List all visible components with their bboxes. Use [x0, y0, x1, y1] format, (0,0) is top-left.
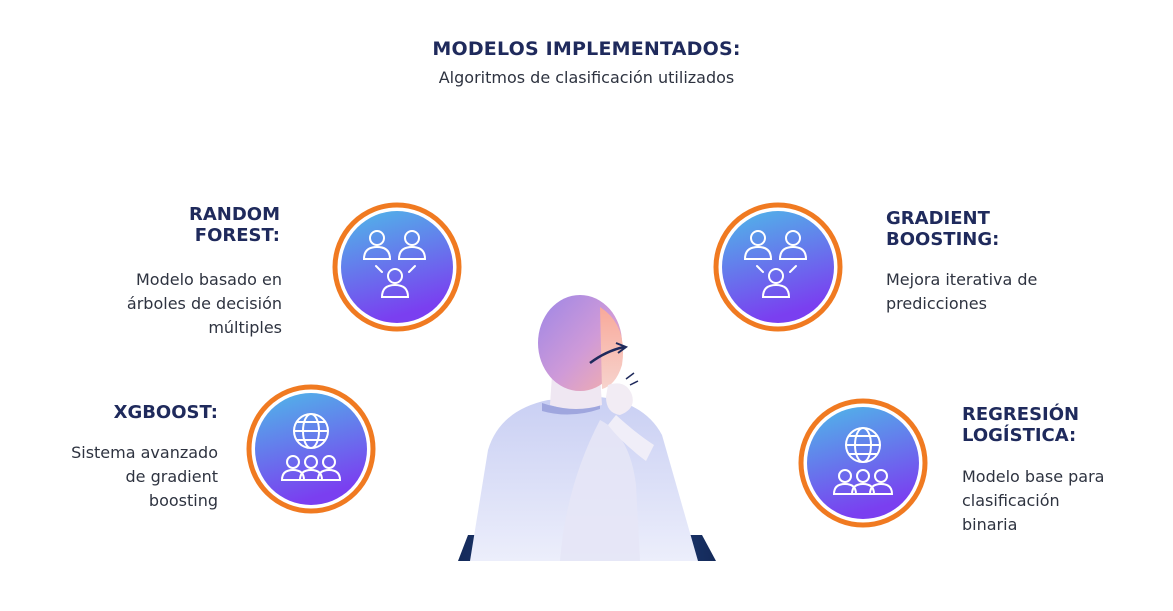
gradient-boosting-title: GRADIENT BOOSTING:	[886, 208, 1000, 250]
logistic-regression-description: Modelo base para clasificación binaria	[962, 467, 1105, 534]
gradient-boosting-description: Mejora iterativa de predicciones	[886, 270, 1038, 313]
page-title: MODELOS IMPLEMENTADOS:	[432, 38, 741, 60]
xgboost-badge	[246, 384, 376, 514]
logistic-regression-title: REGRESIÓN LOGÍSTICA:	[962, 404, 1080, 446]
random-forest-description: Modelo basado en árboles de decisión múl…	[126, 270, 282, 337]
logistic-regression-badge	[798, 398, 928, 528]
page-subtitle: Algoritmos de clasificación utilizados	[438, 68, 735, 87]
thinking-person-illustration	[440, 285, 730, 561]
gradient-boosting-badge	[713, 202, 843, 332]
xgboost-description: Sistema avanzado de gradient boosting	[71, 443, 218, 510]
globe-people-icon	[798, 398, 928, 528]
xgboost-title: XGBOOST:	[113, 402, 218, 423]
globe-people-icon	[246, 384, 376, 514]
random-forest-title: RANDOM FOREST:	[188, 204, 280, 246]
team-network-icon	[713, 202, 843, 332]
